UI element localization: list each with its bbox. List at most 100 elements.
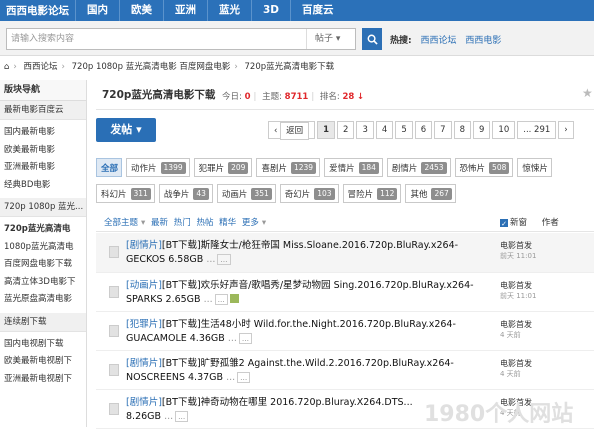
- category-name: 全部: [101, 163, 119, 174]
- hot-search-link[interactable]: 西西论坛: [420, 36, 456, 46]
- sidebar-item[interactable]: 蓝光原盘高清电影: [0, 291, 86, 309]
- search-bar: 请输入搜索内容 帖子 ▾ 热搜: 西西论坛 西西电影: [0, 21, 594, 56]
- category-chip[interactable]: 剧情片 2453: [386, 158, 451, 177]
- page-icon[interactable]: ...: [238, 333, 253, 344]
- search-button[interactable]: [362, 28, 382, 50]
- nav-item-3d[interactable]: 3D: [251, 0, 290, 21]
- newwin-checkbox[interactable]: ✓: [500, 219, 508, 228]
- sidebar-item[interactable]: 高清立体3D电影下: [0, 274, 86, 292]
- breadcrumb-item[interactable]: 720p 1080p 蓝光高清电影 百度网盘电影: [72, 62, 231, 72]
- page-icon[interactable]: ...: [175, 411, 189, 422]
- home-icon[interactable]: ⌂: [4, 62, 9, 72]
- sidebar-item[interactable]: 百度网盘电影下载: [0, 256, 86, 274]
- sidebar-item-active[interactable]: 720p蓝光高清电: [0, 221, 86, 239]
- category-chip-all[interactable]: 全部: [96, 158, 123, 177]
- page-icon[interactable]: ...: [217, 254, 231, 265]
- nav-item-yazhou[interactable]: 亚洲: [163, 0, 207, 21]
- thread-title[interactable]: [BT下载]欢乐好声音/歌唱秀/星梦动物园 Sing.2016.720p.Blu…: [126, 280, 474, 305]
- sidebar-item[interactable]: 国内最新电影: [0, 124, 86, 142]
- category-name: 战争片: [163, 189, 190, 200]
- search-type-select[interactable]: 帖子 ▾: [306, 29, 354, 49]
- category-chip[interactable]: 动作片 1399: [126, 158, 190, 177]
- filter-digest[interactable]: 精华: [219, 218, 236, 228]
- thread-title[interactable]: [BT下载]旷野孤雏2 Against.the.Wild.2.2016.720p…: [126, 358, 454, 383]
- post-button[interactable]: 发帖 ▾: [96, 118, 156, 142]
- nav-item-guonei[interactable]: 国内: [75, 0, 119, 21]
- page-link[interactable]: 10: [492, 121, 516, 139]
- search-input[interactable]: 请输入搜索内容: [6, 28, 356, 50]
- forum-stats: 今日: 0 | 主题: 8711 | 排名: 28 ↓: [222, 92, 365, 102]
- sidebar-group-title[interactable]: 连续剧下载: [0, 312, 86, 332]
- favorite-icon[interactable]: ★: [582, 86, 593, 100]
- category-count: 2453: [421, 161, 447, 174]
- category-chip[interactable]: 惊悚片: [517, 158, 552, 177]
- sidebar-group-title[interactable]: 最新电影百度云: [0, 101, 86, 120]
- table-row[interactable]: [剧情片][BT下载]斯隆女士/枪狂帝国 Miss.Sloane.2016.72…: [96, 233, 594, 273]
- sidebar-item[interactable]: 国内电视剧下载: [0, 336, 86, 354]
- category-chip[interactable]: 爱情片 184: [324, 158, 383, 177]
- table-row[interactable]: [犯罪片][BT下载]生活48小时 Wild.for.the.Night.201…: [96, 312, 594, 351]
- page-link[interactable]: 2: [337, 121, 355, 139]
- category-chip[interactable]: 奇幻片 103: [279, 184, 339, 203]
- back-button[interactable]: ‹ 返回: [268, 121, 316, 140]
- thread-author[interactable]: 电影首发: [500, 319, 532, 330]
- sidebar-group-title[interactable]: 720p 1080p 蓝光...: [0, 198, 86, 217]
- page-link-last[interactable]: ... 291: [517, 121, 557, 139]
- breadcrumb-item[interactable]: 720p蓝光高清电影下载: [245, 62, 335, 72]
- site-logo[interactable]: 西西电影论坛: [0, 3, 75, 18]
- nav-item-baiduyun[interactable]: 百度云: [290, 0, 345, 21]
- sidebar-item[interactable]: 亚洲最新电影: [0, 159, 86, 177]
- filter-hot-posts[interactable]: 热帖: [196, 218, 213, 228]
- top-nav: 西西电影论坛 国内 欧美 亚洲 蓝光 3D 百度云: [0, 0, 594, 21]
- category-count: 103: [314, 187, 335, 200]
- thread-tag[interactable]: [剧情片]: [126, 397, 162, 408]
- page-link[interactable]: 4: [375, 121, 394, 139]
- page-link[interactable]: 3: [356, 121, 374, 139]
- filter-more[interactable]: 更多: [242, 218, 259, 228]
- sidebar-item[interactable]: 欧美最新电影: [0, 142, 86, 160]
- category-chip[interactable]: 冒险片 112: [342, 184, 402, 203]
- sidebar-item[interactable]: 经典BD电影: [0, 177, 86, 195]
- thread-title[interactable]: [BT下载]神奇动物在哪里 2016.720p.Bluray.X264.DTS.…: [162, 397, 413, 408]
- page-link-current[interactable]: 1: [317, 121, 336, 139]
- thread-author[interactable]: 电影首发: [500, 280, 536, 291]
- page-link[interactable]: 8: [453, 121, 471, 139]
- category-name: 奇幻片: [284, 189, 311, 200]
- thread-tag[interactable]: [剧情片]: [126, 358, 162, 369]
- category-chip[interactable]: 恐怖片 508: [454, 158, 514, 177]
- sidebar-item[interactable]: 1080p蓝光高清电: [0, 239, 86, 257]
- next-button[interactable]: ›: [558, 121, 574, 139]
- page-link[interactable]: 7: [434, 121, 452, 139]
- attachment-icon: [229, 294, 239, 303]
- category-chip[interactable]: 科幻片 311: [96, 184, 155, 203]
- thread-author[interactable]: 电影首发: [500, 358, 532, 369]
- category-chip[interactable]: 战争片 43: [158, 184, 213, 203]
- category-chip[interactable]: 喜剧片 1239: [256, 158, 321, 177]
- filter-all-topics[interactable]: 全部主题: [104, 218, 138, 228]
- nav-item-oumei[interactable]: 欧美: [119, 0, 163, 21]
- page-link[interactable]: 5: [395, 121, 413, 139]
- thread-author[interactable]: 电影首发: [500, 240, 536, 251]
- table-row[interactable]: [剧情片][BT下载]旷野孤雏2 Against.the.Wild.2.2016…: [96, 351, 594, 390]
- nav-item-languang[interactable]: 蓝光: [207, 0, 251, 21]
- hot-search-link[interactable]: 西西电影: [465, 36, 501, 46]
- filter-hot[interactable]: 热门: [174, 218, 191, 228]
- category-chip[interactable]: 犯罪片 209: [193, 158, 253, 177]
- thread-title[interactable]: [BT下载]斯隆女士/枪狂帝国 Miss.Sloane.2016.720p.Bl…: [126, 240, 458, 265]
- page-link[interactable]: 9: [473, 121, 491, 139]
- thread-tag[interactable]: [犯罪片]: [126, 319, 162, 330]
- page-icon[interactable]: ...: [237, 372, 251, 383]
- filter-latest[interactable]: 最新: [151, 218, 168, 228]
- sidebar-item[interactable]: 亚洲最新电视剧下: [0, 371, 86, 389]
- hot-search-label: 热搜:: [390, 36, 412, 46]
- thread-tag[interactable]: [动画片]: [126, 280, 162, 291]
- category-chip[interactable]: 其他 267: [405, 184, 456, 203]
- thread-tag[interactable]: [剧情片]: [126, 240, 162, 251]
- category-chip[interactable]: 动画片 351: [216, 184, 276, 203]
- page-icon[interactable]: ...: [214, 294, 228, 305]
- page-link[interactable]: 6: [414, 121, 433, 139]
- breadcrumb-item[interactable]: 西西论坛: [24, 62, 58, 72]
- sidebar-item[interactable]: 欧美最新电视剧下: [0, 353, 86, 371]
- table-row[interactable]: [动画片][BT下载]欢乐好声音/歌唱秀/星梦动物园 Sing.2016.720…: [96, 273, 594, 312]
- thread-title[interactable]: [BT下载]生活48小时 Wild.for.the.Night.2016.720…: [126, 319, 456, 344]
